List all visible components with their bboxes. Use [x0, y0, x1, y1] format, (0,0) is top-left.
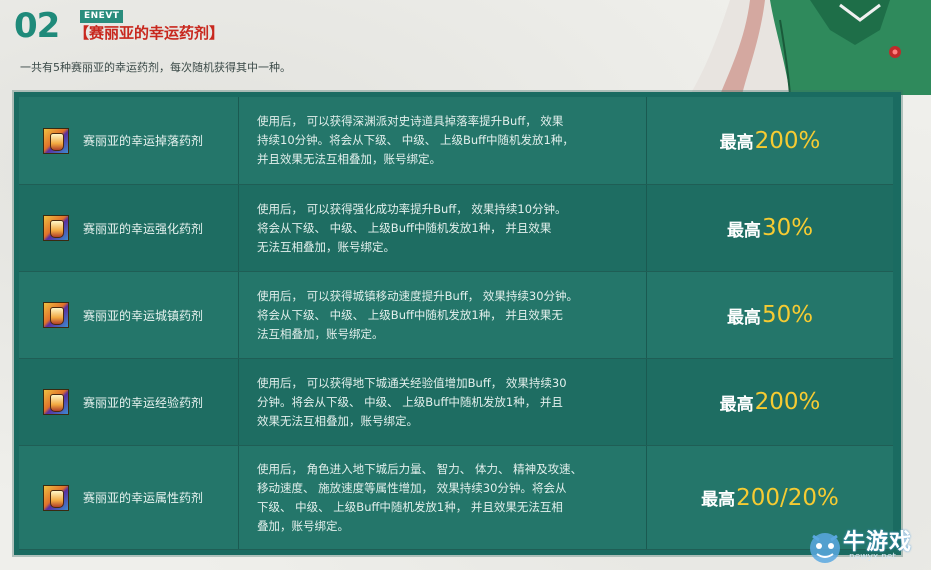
potion-name-cell: 赛丽亚的幸运属性药剂 — [19, 446, 239, 549]
potion-row: 赛丽亚的幸运经验药剂 使用后， 可以获得地下城通关经验值增加Buff， 效果持续3… — [19, 359, 893, 446]
potion-name: 赛丽亚的幸运强化药剂 — [83, 221, 204, 236]
value-prefix: 最高 — [719, 394, 754, 415]
value-amount: 200% — [754, 127, 821, 154]
description-line: 将会从下级、 中级、 上级Buff中随机发放1种， 并且效果 — [257, 220, 552, 235]
potion-table: 赛丽亚的幸运掉落药剂 使用后， 可以获得深渊派对史诗道具掉落率提升Buff， 效果… — [14, 92, 901, 555]
site-watermark: 牛游戏 newyx.net — [805, 522, 931, 570]
description-line: 下级、 中级、 上级Buff中随机发放1种， 并且效果无法互相 — [257, 499, 563, 514]
potion-description-cell: 使用后， 角色进入地下城后力量、 智力、 体力、 精神及攻速、 移动速度、 施放速… — [239, 446, 647, 549]
section-number: 02 — [14, 6, 60, 46]
description-line: 移动速度、 施放速度等属性增加， 效果持续30分钟。将会从 — [257, 480, 567, 495]
potion-row: 赛丽亚的幸运属性药剂 使用后， 角色进入地下城后力量、 智力、 体力、 精神及攻速… — [19, 446, 893, 550]
potion-description: 使用后， 可以获得强化成功率提升Buff， 效果持续10分钟。 将会从下级、 中级… — [257, 200, 567, 257]
description-line: 并且效果无法互相叠加，账号绑定。 — [257, 152, 441, 166]
description-line: 法互相叠加，账号绑定。 — [257, 326, 384, 341]
potion-name: 赛丽亚的幸运经验药剂 — [83, 395, 204, 410]
watermark-url: newyx.net — [849, 552, 896, 562]
potion-icon — [43, 302, 69, 328]
description-line: 使用后， 角色进入地下城后力量、 智力、 体力、 精神及攻速、 — [257, 461, 583, 476]
value-prefix: 最高 — [719, 133, 754, 153]
character-illustration — [690, 0, 931, 95]
potion-description-cell: 使用后， 可以获得城镇移动速度提升Buff， 效果持续30分钟。 将会从下级、 中… — [239, 272, 647, 358]
section-subtitle: 一共有5种赛丽亚的幸运药剂，每次随机获得其中一种。 — [20, 61, 291, 74]
description-line: 无法互相叠加，账号绑定。 — [257, 239, 395, 254]
potion-row: 赛丽亚的幸运掉落药剂 使用后， 可以获得深渊派对史诗道具掉落率提升Buff， 效果… — [19, 97, 893, 185]
description-line: 使用后， 可以获得地下城通关经验值增加Buff， 效果持续30 — [257, 375, 567, 390]
potion-icon — [43, 484, 69, 511]
potion-name: 赛丽亚的幸运城镇药剂 — [83, 308, 204, 323]
mascot-icon — [810, 533, 840, 563]
value-prefix: 最高 — [726, 220, 761, 241]
section-title: 【赛丽亚的幸运药剂】 — [74, 24, 225, 42]
potion-description: 使用后， 角色进入地下城后力量、 智力、 体力、 精神及攻速、 移动速度、 施放速… — [257, 460, 582, 536]
potion-value-cell: 最高 50% — [647, 272, 893, 358]
description-line: 使用后， 可以获得城镇移动速度提升Buff， 效果持续30分钟。 — [257, 288, 579, 303]
value-amount: 50% — [761, 302, 814, 328]
potion-description-cell: 使用后， 可以获得强化成功率提升Buff， 效果持续10分钟。 将会从下级、 中级… — [239, 185, 647, 271]
potion-description: 使用后， 可以获得地下城通关经验值增加Buff， 效果持续30 分钟。将会从下级、… — [257, 374, 567, 431]
description-line: 叠加，账号绑定。 — [257, 518, 349, 533]
potion-description-cell: 使用后， 可以获得地下城通关经验值增加Buff， 效果持续30 分钟。将会从下级、… — [239, 359, 647, 445]
description-line: 分钟。将会从下级、 中级、 上级Buff中随机发放1种， 并且 — [257, 394, 563, 409]
potion-row: 赛丽亚的幸运城镇药剂 使用后， 可以获得城镇移动速度提升Buff， 效果持续30分… — [19, 272, 893, 359]
potion-description: 使用后， 可以获得城镇移动速度提升Buff， 效果持续30分钟。 将会从下级、 中… — [257, 287, 578, 344]
value-amount: 200% — [754, 389, 821, 415]
potion-name-cell: 赛丽亚的幸运城镇药剂 — [19, 272, 239, 358]
potion-name-cell: 赛丽亚的幸运强化药剂 — [19, 185, 239, 271]
potion-name-cell: 赛丽亚的幸运掉落药剂 — [19, 97, 239, 184]
potion-description-cell: 使用后， 可以获得深渊派对史诗道具掉落率提升Buff， 效果 持续10分钟。将会从… — [239, 97, 647, 184]
description-line: 效果无法互相叠加，账号绑定。 — [257, 413, 418, 428]
section-header: 02 ENEVT 【赛丽亚的幸运药剂】 — [14, 6, 614, 46]
description-line: 将会从下级、 中级、 上级Buff中随机发放1种， 并且效果无 — [257, 307, 563, 322]
value-amount: 30% — [761, 215, 814, 241]
description-line: 使用后， 可以获得深渊派对史诗道具掉落率提升Buff， 效果 — [257, 114, 564, 128]
potion-icon — [43, 389, 69, 415]
potion-rows: 赛丽亚的幸运掉落药剂 使用后， 可以获得深渊派对史诗道具掉落率提升Buff， 效果… — [19, 97, 893, 553]
description-line: 使用后， 可以获得强化成功率提升Buff， 效果持续10分钟。 — [257, 201, 567, 216]
potion-icon — [43, 127, 69, 154]
potion-description: 使用后， 可以获得深渊派对史诗道具掉落率提升Buff， 效果 持续10分钟。将会从… — [257, 112, 574, 169]
value-prefix: 最高 — [726, 307, 761, 328]
potion-name: 赛丽亚的幸运掉落药剂 — [83, 134, 204, 148]
potion-row: 赛丽亚的幸运强化药剂 使用后， 可以获得强化成功率提升Buff， 效果持续10分钟… — [19, 185, 893, 272]
potion-value-cell: 最高 200% — [647, 359, 893, 445]
potion-name-cell: 赛丽亚的幸运经验药剂 — [19, 359, 239, 445]
value-prefix: 最高 — [701, 490, 736, 510]
value-amount: 200/20% — [736, 484, 839, 511]
potion-value-cell: 最高 30% — [647, 185, 893, 271]
potion-icon — [43, 215, 69, 241]
description-line: 持续10分钟。将会从下级、 中级、 上级Buff中随机发放1种， — [257, 133, 574, 147]
potion-name: 赛丽亚的幸运属性药剂 — [83, 491, 204, 505]
potion-value-cell: 最高 200% — [647, 97, 893, 184]
